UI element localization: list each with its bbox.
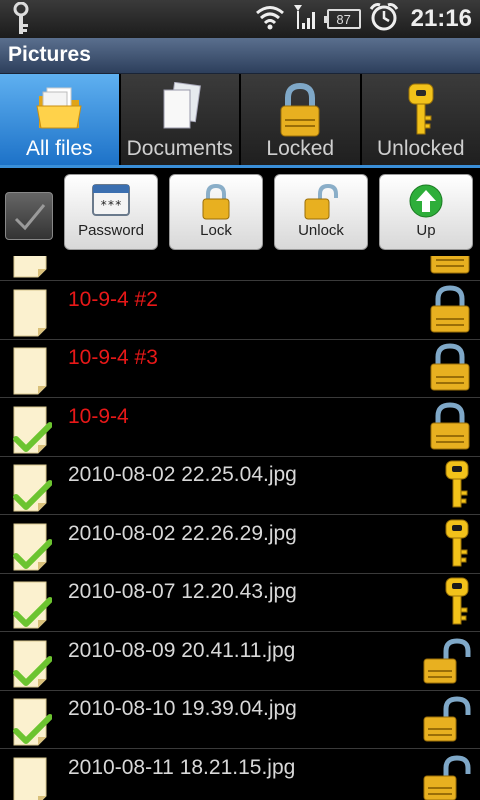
file-name: 2010-08-10 19.39.04.jpg bbox=[68, 697, 297, 720]
file-name: 2010-08-09 20.41.11.jpg bbox=[68, 638, 296, 662]
file-name: 10-9-4 #2 bbox=[68, 287, 158, 311]
tab-documents[interactable]: Documents bbox=[120, 74, 241, 165]
list-item[interactable]: 2010-08-07 12.20.43.jpg bbox=[0, 574, 480, 632]
file-list: 10-9-4 #2 10-9-4 #3 10-9-4 2010-08-02 22.25… bbox=[0, 256, 480, 800]
arrow-up-icon bbox=[408, 183, 444, 223]
up-button[interactable]: Up bbox=[379, 174, 473, 250]
list-item[interactable]: 2010-08-02 22.26.29.jpg bbox=[0, 516, 480, 574]
tab-label: Locked bbox=[266, 137, 335, 160]
file-checked-icon[interactable] bbox=[12, 580, 53, 634]
key-icon bbox=[442, 576, 472, 632]
tab-label: Unlocked bbox=[376, 137, 465, 160]
file-checked-icon[interactable] bbox=[12, 639, 53, 693]
select-all-checkbox[interactable] bbox=[5, 192, 53, 240]
tab-locked[interactable]: Locked bbox=[241, 74, 362, 165]
tab-unlocked[interactable]: Unlocked bbox=[361, 74, 480, 165]
file-icon[interactable] bbox=[12, 256, 52, 283]
battery-level: 87 bbox=[336, 11, 351, 27]
svg-text:***: *** bbox=[100, 198, 122, 212]
list-item[interactable]: 10-9-4 #2 bbox=[0, 282, 480, 340]
password-button[interactable]: *** Password bbox=[64, 174, 158, 250]
battery-icon: 87 bbox=[323, 9, 361, 29]
key-notification-icon bbox=[10, 1, 32, 40]
unlock-button[interactable]: Unlock bbox=[274, 174, 368, 250]
list-item[interactable]: 2010-08-09 20.41.11.jpg bbox=[0, 633, 480, 691]
lock-icon bbox=[428, 256, 472, 279]
lock-icon bbox=[428, 342, 472, 396]
file-name: 2010-08-07 12.20.43.jpg bbox=[68, 580, 297, 603]
checkmark-icon bbox=[14, 204, 46, 231]
documents-icon bbox=[158, 81, 202, 138]
list-item[interactable]: 2010-08-02 22.25.04.jpg bbox=[0, 457, 480, 515]
file-checked-icon[interactable] bbox=[12, 522, 53, 576]
list-item[interactable]: 10-9-4 bbox=[0, 399, 480, 457]
lock-icon bbox=[428, 284, 472, 338]
up-label: Up bbox=[416, 222, 436, 239]
unlock-icon bbox=[422, 635, 472, 689]
tab-bar: All files Documents Locked Unlocked bbox=[0, 74, 480, 168]
list-item[interactable]: 2010-08-11 18.21.15.jpg bbox=[0, 750, 480, 800]
unlock-label: Unlock bbox=[298, 222, 344, 239]
key-icon bbox=[406, 82, 436, 142]
list-item[interactable]: 10-9-4 #3 bbox=[0, 340, 480, 398]
file-name: 2010-08-11 18.21.15.jpg bbox=[68, 755, 296, 779]
tab-label: Documents bbox=[126, 137, 233, 160]
tab-label: All files bbox=[25, 137, 93, 160]
file-checked-icon[interactable] bbox=[12, 405, 53, 459]
password-label: Password bbox=[78, 222, 144, 239]
lock-icon bbox=[200, 183, 232, 225]
file-name: 10-9-4 #3 bbox=[68, 346, 158, 369]
file-checked-icon[interactable] bbox=[12, 697, 53, 751]
list-item[interactable] bbox=[0, 256, 480, 281]
password-icon: *** bbox=[91, 183, 131, 221]
lock-label: Lock bbox=[200, 222, 232, 239]
unlock-icon bbox=[422, 752, 472, 800]
key-icon bbox=[442, 459, 472, 515]
lock-icon bbox=[277, 82, 323, 142]
toolbar: *** Password Lock Unlock Up bbox=[0, 168, 480, 256]
key-icon bbox=[442, 518, 472, 574]
list-item[interactable]: 2010-08-10 19.39.04.jpg bbox=[0, 691, 480, 749]
file-name: 2010-08-02 22.26.29.jpg bbox=[68, 521, 297, 545]
status-bar: 87 21:16 bbox=[0, 0, 480, 38]
wifi-icon bbox=[255, 4, 285, 34]
page-title: Pictures bbox=[8, 43, 91, 66]
file-checked-icon[interactable] bbox=[12, 463, 53, 517]
signal-icon bbox=[293, 3, 319, 35]
unlock-icon bbox=[422, 693, 472, 747]
lock-button[interactable]: Lock bbox=[169, 174, 263, 250]
unlock-icon bbox=[303, 183, 339, 225]
title-bar: Pictures bbox=[0, 38, 480, 74]
folder-icon bbox=[35, 82, 83, 136]
clock: 21:16 bbox=[410, 5, 472, 32]
file-icon[interactable] bbox=[12, 346, 52, 400]
file-icon[interactable] bbox=[12, 288, 52, 342]
tab-all-files[interactable]: All files bbox=[0, 74, 121, 165]
file-icon[interactable] bbox=[12, 756, 52, 800]
file-name: 2010-08-02 22.25.04.jpg bbox=[68, 463, 297, 486]
lock-icon bbox=[428, 401, 472, 455]
alarm-icon bbox=[369, 2, 399, 36]
file-name: 10-9-4 bbox=[68, 404, 129, 428]
